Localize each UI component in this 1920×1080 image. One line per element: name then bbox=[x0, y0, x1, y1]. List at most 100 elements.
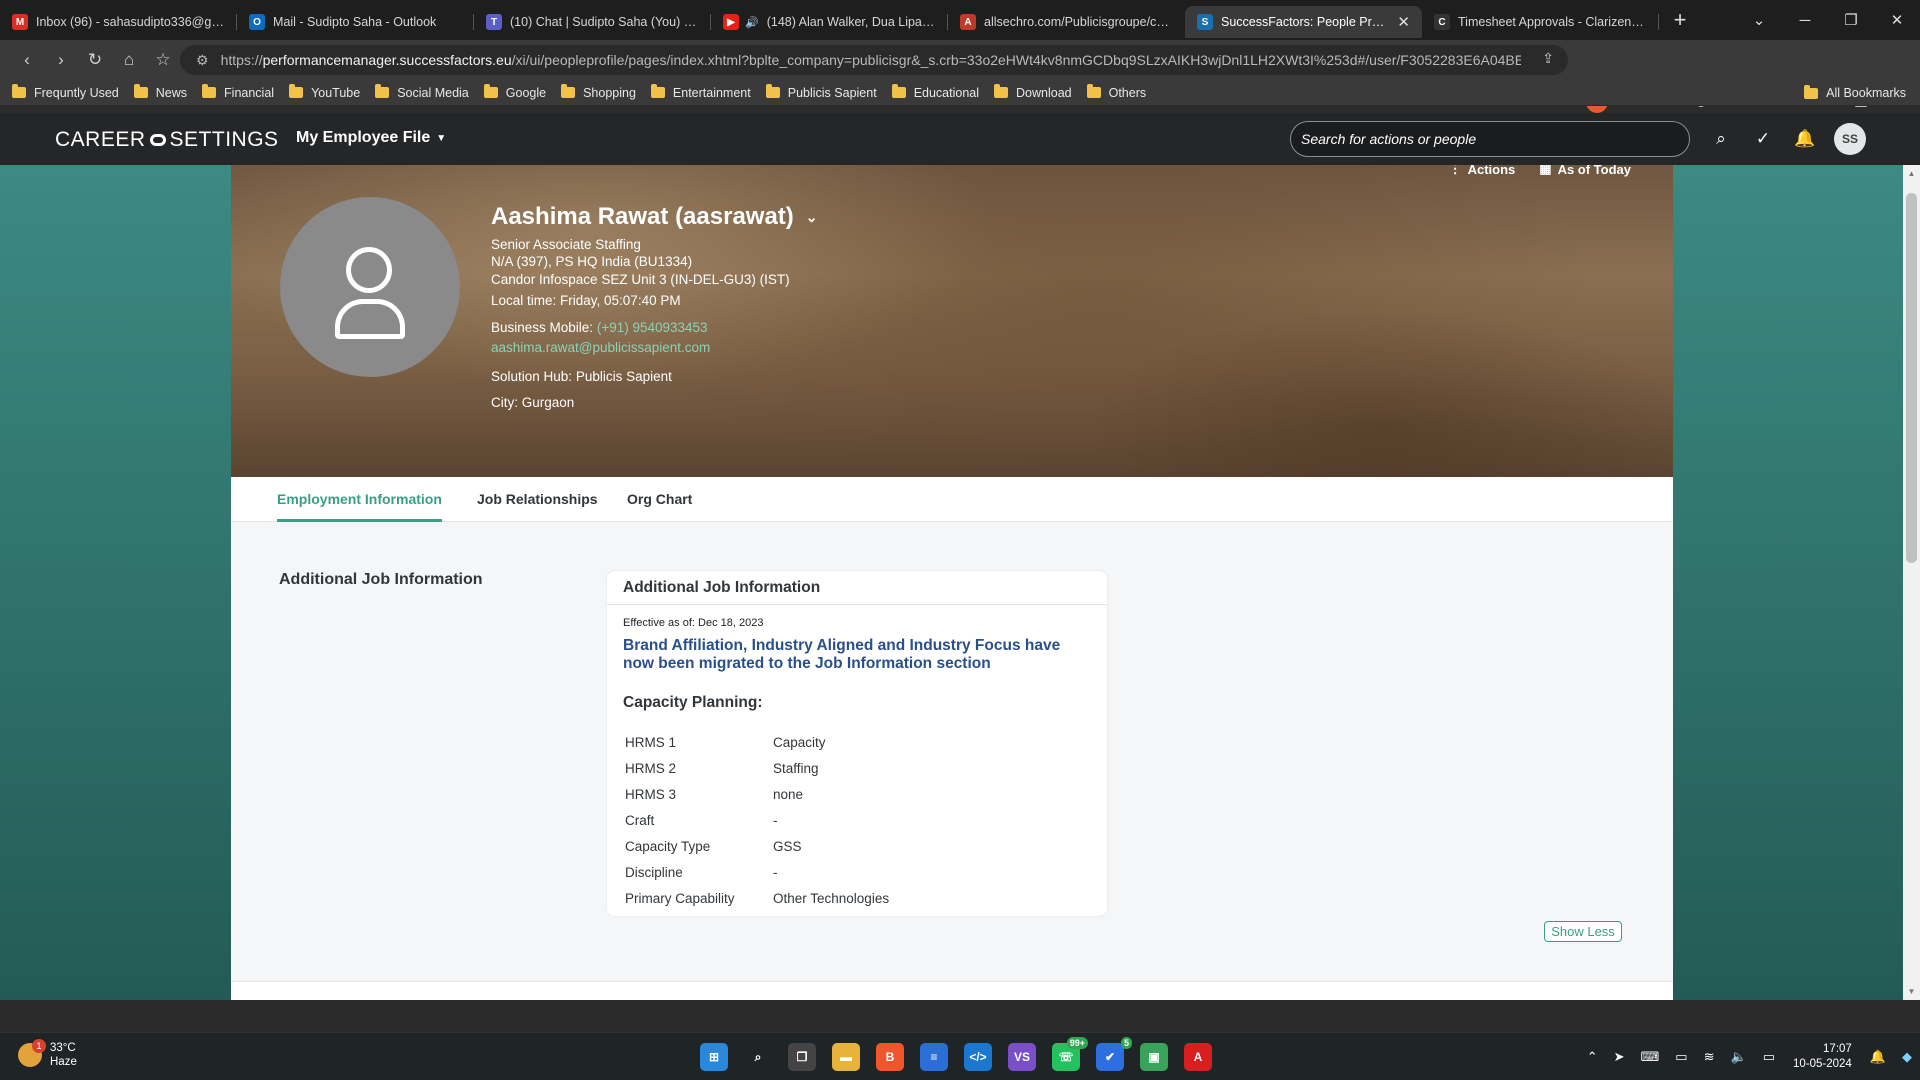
site-info-icon[interactable]: ⚙ bbox=[196, 52, 209, 69]
bookmark-icon[interactable]: ☆ bbox=[146, 44, 180, 76]
close-tab-icon[interactable]: ✕ bbox=[1397, 13, 1410, 31]
browser-tab-youtube[interactable]: ▶ 🔊 (148) Alan Walker, Dua Lipa, Coldpla… bbox=[711, 6, 948, 38]
location-icon[interactable]: ➤ bbox=[1614, 1049, 1625, 1065]
page-scrollbar[interactable]: ▲ ▼ bbox=[1903, 165, 1920, 1000]
reload-icon[interactable]: ↻ bbox=[78, 44, 112, 76]
home-icon[interactable]: ⌂ bbox=[112, 44, 146, 76]
global-search-input[interactable]: Search for actions or people bbox=[1290, 121, 1690, 157]
tab-org-chart[interactable]: Org Chart bbox=[627, 477, 692, 522]
remote-desktop-icon[interactable]: ▣ bbox=[1140, 1043, 1168, 1071]
notifications-bell-icon[interactable]: 🔔 bbox=[1784, 129, 1826, 149]
field-row: Discipline - bbox=[625, 865, 778, 880]
vscode-icon[interactable]: </> bbox=[964, 1043, 992, 1071]
bookmark-folder[interactable]: Educational bbox=[891, 84, 979, 100]
search-icon[interactable]: ⌕ bbox=[744, 1043, 772, 1071]
profile-photo[interactable] bbox=[280, 197, 460, 377]
additional-job-info-card: Additional Job Information Effective as … bbox=[607, 571, 1107, 916]
bookmarks-bar: Frequntly Used News Financial YouTube So… bbox=[0, 80, 1920, 106]
brave-browser-icon[interactable]: B bbox=[876, 1043, 904, 1071]
user-avatar[interactable]: SS bbox=[1834, 123, 1866, 155]
start-icon[interactable]: ⊞ bbox=[700, 1043, 728, 1071]
profile-tabs: Employment Information Job Relationships… bbox=[231, 477, 1673, 522]
battery-icon[interactable]: ▭ bbox=[1763, 1049, 1775, 1065]
weather-widget[interactable]: 1 33°C Haze bbox=[18, 1039, 77, 1069]
email-link[interactable]: aashima.rawat@publicissapient.com bbox=[491, 340, 710, 355]
folder-icon bbox=[765, 84, 780, 98]
bookmark-folder[interactable]: Download bbox=[994, 84, 1072, 100]
visual-studio-icon[interactable]: VS bbox=[1008, 1043, 1036, 1071]
system-clock[interactable]: 17:07 10-05-2024 bbox=[1793, 1042, 1852, 1072]
bookmark-folder[interactable]: Financial bbox=[202, 84, 274, 100]
bookmark-folder[interactable]: News bbox=[133, 84, 187, 100]
employee-name[interactable]: Aashima Rawat (aasrawat) ⌄ bbox=[491, 203, 818, 231]
tab-employment-information[interactable]: Employment Information bbox=[277, 477, 442, 522]
share-icon[interactable]: ⇪ bbox=[1542, 50, 1554, 67]
field-row: Primary Capability Other Technologies bbox=[625, 891, 890, 906]
audio-playing-icon[interactable]: 🔊 bbox=[745, 16, 759, 29]
bookmark-folder[interactable]: Social Media bbox=[375, 84, 469, 100]
browser-tab-strip: M Inbox (96) - sahasudipto336@gmail.com … bbox=[0, 0, 1920, 40]
back-icon[interactable]: ‹ bbox=[10, 44, 44, 76]
bookmark-folder[interactable]: Entertainment bbox=[650, 84, 751, 100]
keyboard-icon[interactable]: ⌨ bbox=[1641, 1049, 1660, 1065]
folder-icon bbox=[12, 84, 26, 98]
tab-job-relationships[interactable]: Job Relationships bbox=[477, 477, 598, 522]
bookmark-folder[interactable]: Frequntly Used bbox=[12, 84, 119, 100]
copilot-icon[interactable]: ◆ bbox=[1902, 1049, 1912, 1065]
restore-icon[interactable]: ❐ bbox=[1828, 11, 1874, 29]
forward-icon[interactable]: › bbox=[44, 44, 78, 76]
scroll-up-icon[interactable]: ▲ bbox=[1903, 169, 1920, 178]
acrobat-icon[interactable]: A bbox=[1184, 1043, 1212, 1071]
field-row: Capacity Type GSS bbox=[625, 839, 802, 854]
address-bar[interactable]: ⚙ https://performancemanager.successfact… bbox=[180, 45, 1568, 75]
window-controls: ⌄ ─ ❐ ✕ bbox=[1736, 0, 1920, 40]
browser-tab-gmail[interactable]: M Inbox (96) - sahasudipto336@gmail.com bbox=[0, 6, 237, 38]
migration-notice: Brand Affiliation, Industry Aligned and … bbox=[623, 637, 1061, 672]
browser-tab-allsec[interactable]: A allsechro.com/Publicisgroupe/common bbox=[948, 6, 1185, 38]
mobile-link[interactable]: (+91) 9540933453 bbox=[597, 320, 708, 335]
bookmark-folder[interactable]: Publicis Sapient bbox=[765, 84, 877, 100]
module-menu-button[interactable]: My Employee File ▼ bbox=[296, 129, 446, 147]
bookmark-folder[interactable]: YouTube bbox=[289, 84, 360, 100]
work-location: Candor Infospace SEZ Unit 3 (IN-DEL-GU3)… bbox=[491, 272, 790, 287]
browser-tab-teams[interactable]: T (10) Chat | Sudipto Saha (You) | Micro… bbox=[474, 6, 711, 38]
company-logo[interactable]: CAREER SETTINGS bbox=[55, 128, 279, 152]
folder-icon bbox=[1804, 84, 1819, 99]
allsec-icon: A bbox=[960, 14, 976, 30]
as-of-date-button[interactable]: ▦ As of Today bbox=[1539, 165, 1631, 177]
notification-bell-icon[interactable]: 🔔 bbox=[1870, 1049, 1886, 1065]
weather-sun-icon: 1 bbox=[18, 1039, 46, 1067]
bookmark-folder[interactable]: Shopping bbox=[561, 84, 636, 100]
show-less-button[interactable]: Show Less bbox=[1544, 921, 1622, 942]
actions-button[interactable]: ⋮ Actions bbox=[1449, 165, 1516, 177]
notepad-icon[interactable]: ≡ bbox=[920, 1043, 948, 1071]
minimize-icon[interactable]: ─ bbox=[1782, 12, 1828, 29]
browser-tab-successfactors[interactable]: S SuccessFactors: People Profile ✕ bbox=[1185, 6, 1422, 38]
display-icon[interactable]: ▭ bbox=[1675, 1049, 1687, 1065]
file-explorer-icon[interactable]: ▬ bbox=[832, 1043, 860, 1071]
volume-icon[interactable]: 🔈 bbox=[1731, 1049, 1747, 1065]
todo-icon[interactable]: ✔ 5 bbox=[1096, 1037, 1132, 1071]
browser-tab-outlook[interactable]: O Mail - Sudipto Saha - Outlook bbox=[237, 6, 474, 38]
close-window-icon[interactable]: ✕ bbox=[1874, 11, 1920, 29]
folder-icon bbox=[650, 84, 665, 98]
search-icon[interactable]: ⌕ bbox=[1700, 129, 1742, 149]
bookmark-folder[interactable]: Google bbox=[483, 84, 546, 100]
approvals-check-icon[interactable]: ✓ bbox=[1742, 129, 1784, 149]
bookmark-folder[interactable]: Others bbox=[1086, 84, 1146, 100]
tray-chevron-icon[interactable]: ⌃ bbox=[1587, 1049, 1598, 1065]
whatsapp-icon[interactable]: ☏ 99+ bbox=[1052, 1037, 1088, 1071]
field-row: HRMS 3 none bbox=[625, 787, 804, 802]
solution-hub: Solution Hub: Publicis Sapient bbox=[491, 369, 672, 384]
local-time: Local time: Friday, 05:07:40 PM bbox=[491, 293, 681, 308]
city: City: Gurgaon bbox=[491, 395, 575, 410]
person-icon bbox=[346, 247, 392, 293]
new-tab-button[interactable]: + bbox=[1663, 4, 1697, 36]
wifi-icon[interactable]: ≋ bbox=[1704, 1049, 1715, 1065]
tab-search-icon[interactable]: ⌄ bbox=[1736, 11, 1782, 29]
all-bookmarks[interactable]: All Bookmarks bbox=[1804, 80, 1906, 106]
task-view-icon[interactable]: ❐ bbox=[788, 1043, 816, 1071]
scroll-down-icon[interactable]: ▼ bbox=[1903, 987, 1920, 996]
scrollbar-thumb[interactable] bbox=[1906, 193, 1917, 563]
browser-tab-clarizen[interactable]: C Timesheet Approvals - Clarizen.com bbox=[1422, 6, 1659, 38]
